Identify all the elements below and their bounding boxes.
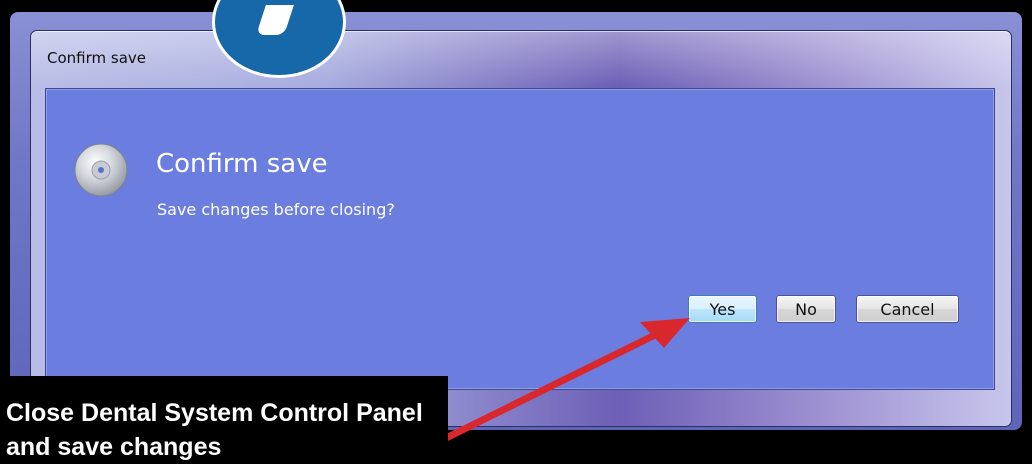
instruction-caption: Close Dental System Control Panel and sa… (0, 376, 448, 461)
caption-text: Close Dental System Control Panel and sa… (6, 399, 423, 461)
